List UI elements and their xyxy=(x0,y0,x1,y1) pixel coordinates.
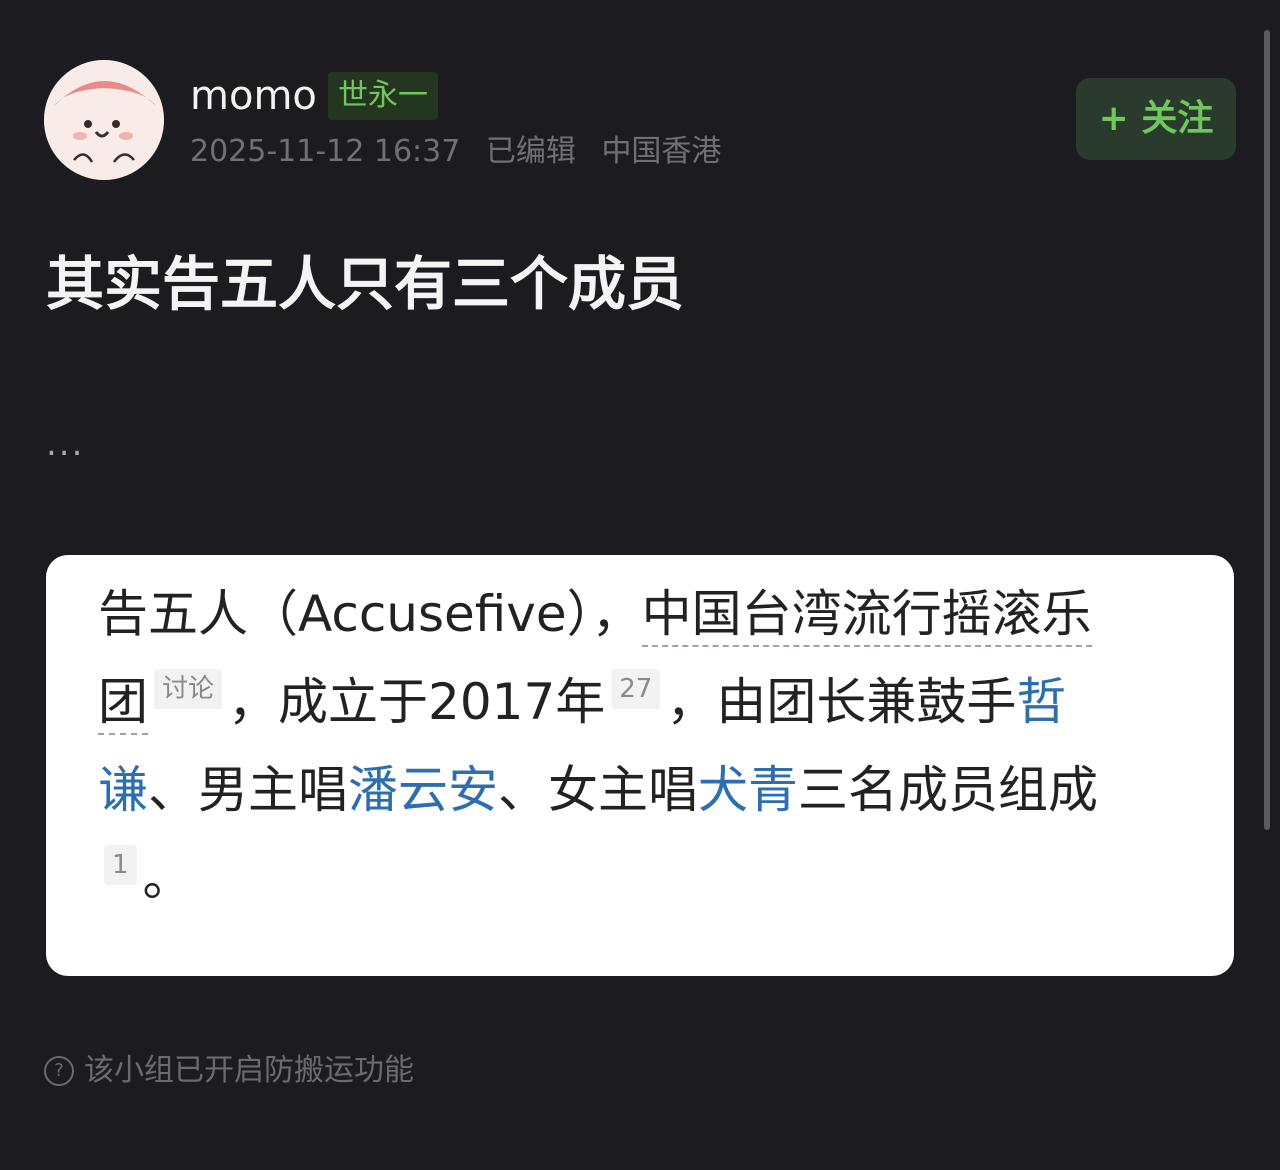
group-badge: 世永一 xyxy=(328,72,438,120)
post-timestamp: 2025-11-12 16:37 xyxy=(190,134,461,169)
quote-text: 告五人（Accusefive）， xyxy=(98,585,642,643)
quote-text: 、女主唱 xyxy=(498,761,698,819)
scrollbar[interactable] xyxy=(1264,30,1270,830)
quote-text: 三名成员组成 xyxy=(798,761,1098,819)
anti-repost-notice: ? 该小组已开启防搬运功能 xyxy=(44,1050,414,1092)
quote-text: ，由团长兼鼓手 xyxy=(666,673,1017,731)
edited-label: 已编辑 xyxy=(485,134,576,169)
post-page: momo 世永一 2025-11-12 16:37 已编辑 中国香港 + 关注 … xyxy=(0,0,1280,1170)
quote-line-2: 团讨论 ，成立于2017年 27 ，由团长兼鼓手哲 xyxy=(98,667,1066,737)
ellipsis-text: ... xyxy=(46,424,85,464)
quote-card: 告五人（Accusefive），中国台湾流行摇滚乐 团讨论 ，成立于2017年 27… xyxy=(46,555,1234,976)
avatar[interactable] xyxy=(44,60,164,180)
reference-27[interactable]: 27 xyxy=(611,669,661,709)
author-name[interactable]: momo xyxy=(190,68,317,124)
member-link-zheqian[interactable]: 哲 xyxy=(1016,673,1066,731)
avatar-image xyxy=(44,60,164,180)
follow-button[interactable]: + 关注 xyxy=(1076,78,1236,160)
reference-1[interactable]: 1 xyxy=(104,845,137,885)
genre-term-link-end[interactable]: 团 xyxy=(98,673,148,735)
discussion-ref[interactable]: 讨论 xyxy=(154,669,223,709)
help-circle-icon[interactable]: ? xyxy=(44,1056,74,1086)
genre-term-link[interactable]: 中国台湾流行摇滚乐 xyxy=(641,585,1092,647)
member-link-panyunan[interactable]: 潘云安 xyxy=(348,761,498,819)
quote-text: 、男主唱 xyxy=(148,761,348,819)
post-title: 其实告五人只有三个成员 xyxy=(46,250,685,318)
quote-line-4: 1。 xyxy=(98,843,193,913)
member-link-zheqian-end[interactable]: 谦 xyxy=(98,761,148,819)
anti-repost-text: 该小组已开启防搬运功能 xyxy=(84,1053,414,1088)
quote-text: ，成立于2017年 xyxy=(228,673,606,731)
post-location: 中国香港 xyxy=(601,134,722,169)
post-meta: 2025-11-12 16:37 已编辑 中国香港 xyxy=(190,132,737,172)
quote-text: 。 xyxy=(142,849,193,907)
quote-line-3: 谦、男主唱潘云安、女主唱犬青三名成员组成 xyxy=(98,755,1098,825)
quote-line-1: 告五人（Accusefive），中国台湾流行摇滚乐 xyxy=(98,579,1092,649)
member-link-quanqing[interactable]: 犬青 xyxy=(698,761,798,819)
